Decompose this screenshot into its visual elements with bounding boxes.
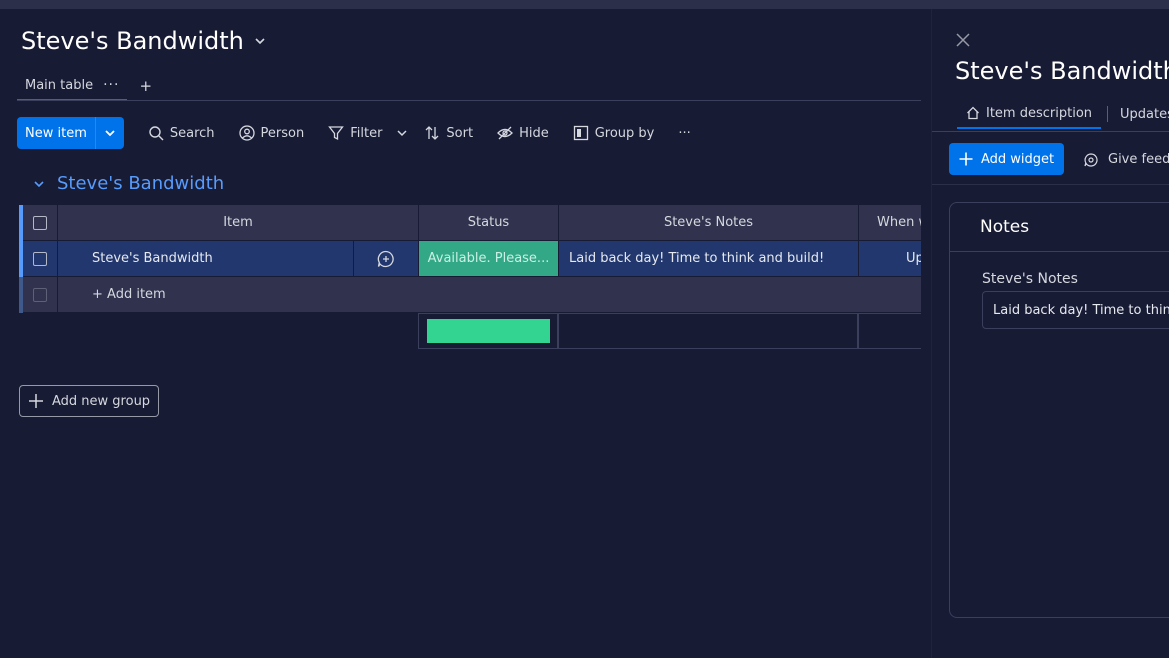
plus-icon <box>959 152 973 166</box>
notes-widget-title: Notes <box>980 217 1030 237</box>
item-side-panel: Steve's Bandwidth Item description Updat… <box>931 9 1169 658</box>
add-view-button[interactable]: + <box>139 77 152 95</box>
home-icon <box>967 106 979 120</box>
group-by-label: Group by <box>594 125 655 141</box>
status-cell[interactable]: Available. Please... <box>419 241 559 277</box>
board-area: Steve's Bandwidth Main table ··· + New i… <box>0 9 921 658</box>
notes-field-label: Steve's Notes <box>982 271 1078 287</box>
notes-field-input[interactable]: Laid back day! Time to think <box>982 291 1169 329</box>
view-tabs: Main table ··· + <box>17 71 152 101</box>
search-label: Search <box>169 125 215 141</box>
top-bar <box>0 0 1169 9</box>
tab-item-description[interactable]: Item description <box>957 99 1102 129</box>
board-title[interactable]: Steve's Bandwidth <box>21 27 266 55</box>
hide-label: Hide <box>519 125 549 141</box>
notes-widget: Notes Steve's Notes Laid back day! Time … <box>949 202 1169 618</box>
table-header-row: Item Status Steve's Notes When w <box>19 205 921 241</box>
notes-summary-cell <box>558 313 858 349</box>
tab-main-table-label: Main table <box>25 77 94 93</box>
search-button[interactable]: Search <box>148 125 215 141</box>
chevron-down-icon[interactable] <box>33 178 45 190</box>
chevron-down-icon <box>105 130 115 137</box>
hide-button[interactable]: Hide <box>497 125 549 141</box>
chevron-down-icon[interactable] <box>396 127 408 139</box>
panel-tabs-divider <box>932 131 1169 132</box>
board-title-text: Steve's Bandwidth <box>21 27 244 55</box>
tab-options-icon[interactable]: ··· <box>103 77 119 93</box>
add-update-icon[interactable] <box>377 250 395 268</box>
item-name-cell[interactable]: Steve's Bandwidth <box>58 241 354 277</box>
select-all-checkbox[interactable] <box>33 215 47 230</box>
new-item-button[interactable]: New item <box>17 117 124 149</box>
column-header-item[interactable]: Item <box>58 205 419 241</box>
group-by-button[interactable]: Group by <box>573 125 655 141</box>
group-header[interactable]: Steve's Bandwidth <box>33 173 224 194</box>
eye-off-icon <box>497 126 513 140</box>
give-feedback-label: Give feed <box>1108 152 1169 167</box>
more-options-button[interactable]: ··· <box>678 126 690 141</box>
search-icon <box>149 126 164 141</box>
select-all-cell <box>23 205 58 241</box>
add-widget-label: Add widget <box>981 151 1055 167</box>
when-summary-cell <box>858 313 921 349</box>
filter-icon <box>328 126 345 141</box>
group-title[interactable]: Steve's Bandwidth <box>57 173 224 194</box>
panel-tabs: Item description Updates <box>957 99 1169 129</box>
board-toolbar: New item Search Person Filter Sort Hide <box>17 117 691 149</box>
panel-toolbar-divider <box>932 184 1169 185</box>
add-item-row[interactable]: + Add item <box>19 277 921 313</box>
tabs-divider <box>17 100 921 101</box>
column-header-when[interactable]: When w <box>859 205 921 241</box>
notes-cell[interactable]: Laid back day! Time to think and build! <box>559 241 859 277</box>
panel-title[interactable]: Steve's Bandwidth <box>955 57 1169 85</box>
notes-widget-divider <box>950 251 1169 252</box>
row-select-cell <box>23 241 58 277</box>
sort-icon <box>425 126 439 140</box>
feedback-icon <box>1084 152 1098 167</box>
add-new-group-label: Add new group <box>52 393 151 409</box>
tab-updates[interactable]: Updates <box>1114 99 1169 129</box>
tab-separator <box>1107 106 1109 122</box>
group-by-icon <box>573 125 588 141</box>
tab-item-description-label: Item description <box>986 105 1093 121</box>
summary-row <box>418 313 921 349</box>
when-cell[interactable]: Up <box>859 241 921 277</box>
column-header-notes[interactable]: Steve's Notes <box>559 205 859 241</box>
status-summary-bar[interactable] <box>426 319 550 343</box>
column-header-status[interactable]: Status <box>419 205 559 241</box>
filter-button[interactable]: Filter <box>328 125 408 141</box>
status-summary-cell[interactable] <box>418 313 558 349</box>
plus-icon <box>29 394 43 408</box>
new-item-dropdown[interactable] <box>96 117 124 149</box>
add-row-select-cell <box>23 277 58 313</box>
sort-label: Sort <box>446 125 474 141</box>
more-icon: ··· <box>678 125 691 141</box>
give-feedback-button[interactable]: Give feed <box>1084 152 1169 167</box>
filter-label: Filter <box>350 125 383 141</box>
add-new-group-button[interactable]: Add new group <box>19 385 160 417</box>
person-label: Person <box>260 125 305 141</box>
chevron-down-icon <box>255 38 265 45</box>
add-item-input[interactable]: + Add item <box>58 277 921 313</box>
table-row[interactable]: Steve's Bandwidth Available. Please... L… <box>19 241 921 277</box>
add-widget-button[interactable]: Add widget <box>949 143 1065 175</box>
add-row-checkbox <box>33 287 47 302</box>
close-icon[interactable] <box>956 33 970 47</box>
row-checkbox[interactable] <box>33 251 47 266</box>
sort-button[interactable]: Sort <box>424 125 473 141</box>
person-icon <box>238 125 255 141</box>
person-filter-button[interactable]: Person <box>238 125 305 141</box>
item-updates-cell[interactable] <box>354 241 419 277</box>
new-item-label[interactable]: New item <box>17 117 96 149</box>
tab-main-table[interactable]: Main table ··· <box>17 71 128 101</box>
